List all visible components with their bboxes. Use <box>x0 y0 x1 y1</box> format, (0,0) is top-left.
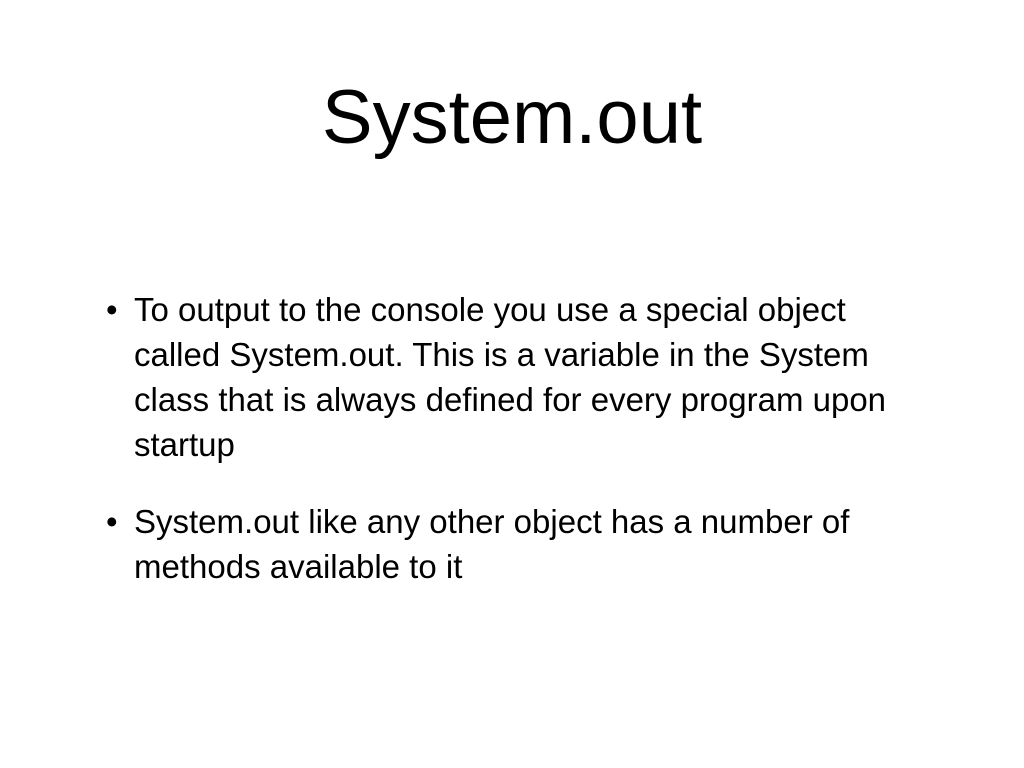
bullet-icon: • <box>106 291 118 328</box>
bullet-item: • To output to the console you use a spe… <box>106 287 936 467</box>
bullet-item: • System.out like any other object has a… <box>106 499 936 589</box>
bullet-text: System.out like any other object has a n… <box>134 503 850 585</box>
slide-title: System.out <box>321 75 703 160</box>
slide: System.out • To output to the console yo… <box>0 0 1024 768</box>
bullet-list: • To output to the console you use a spe… <box>106 287 936 621</box>
bullet-text: To output to the console you use a speci… <box>134 291 887 463</box>
bullet-icon: • <box>106 503 118 540</box>
